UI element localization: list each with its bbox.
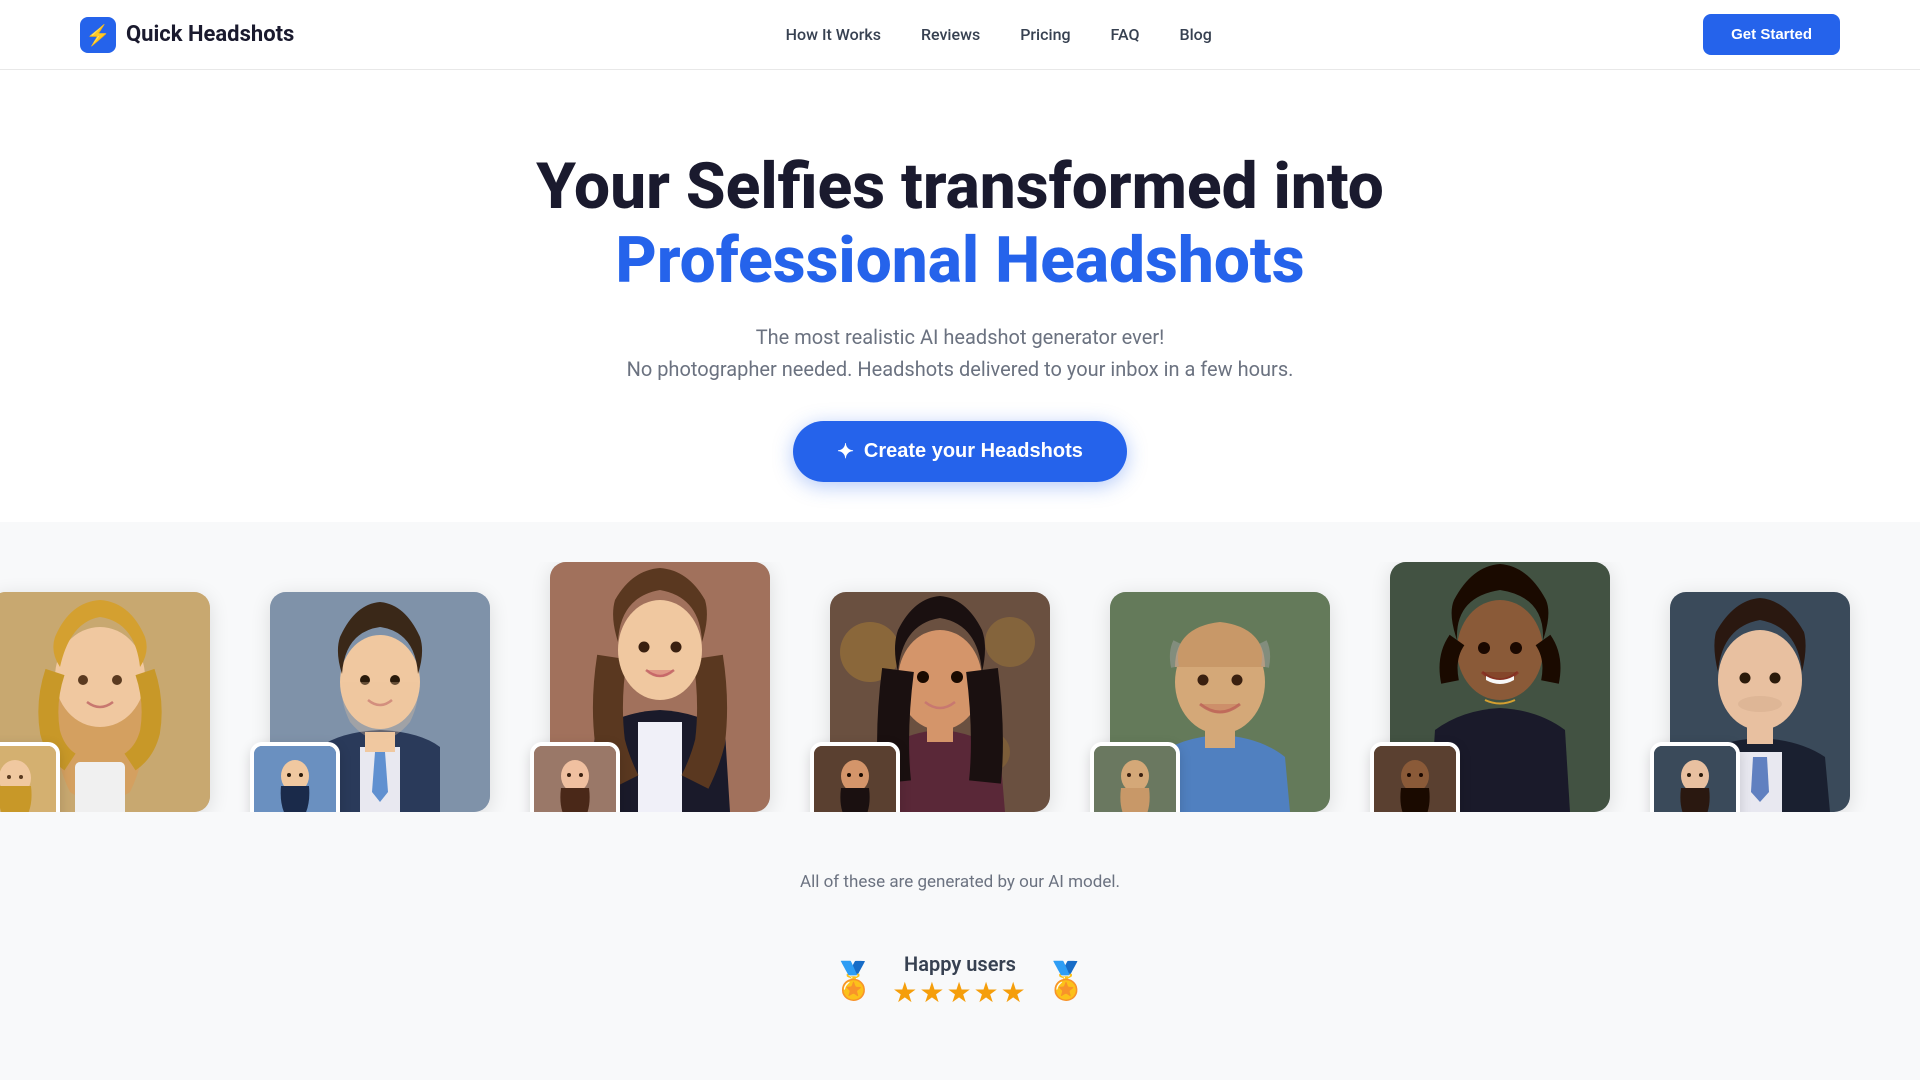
hero-section: Your Selfies transformed into Profession… — [0, 70, 1920, 522]
photo-thumb-5 — [1370, 742, 1460, 812]
photo-card-6 — [1670, 592, 1850, 812]
happy-label: Happy users — [892, 952, 1028, 976]
navbar: ⚡ Quick Headshots How It Works Reviews P… — [0, 0, 1920, 70]
happy-stars: ★★★★★ — [892, 976, 1028, 1009]
nav-faq[interactable]: FAQ — [1111, 25, 1140, 44]
hero-headline: Your Selfies transformed into Profession… — [40, 150, 1880, 297]
laurel-right-icon: 🏅 — [1044, 960, 1089, 1002]
photo-thumb-4 — [1090, 742, 1180, 812]
gallery-section: All of these are generated by our AI mod… — [0, 522, 1920, 932]
nav-pricing[interactable]: Pricing — [1020, 25, 1070, 44]
photo-card-5 — [1390, 562, 1610, 812]
photo-thumb-6 — [1650, 742, 1740, 812]
nav-links: How It Works Reviews Pricing FAQ Blog — [786, 25, 1212, 44]
photo-card-0 — [0, 592, 210, 812]
get-started-button[interactable]: Get Started — [1703, 14, 1840, 55]
happy-section: 🏅 Happy users ★★★★★ 🏅 — [0, 932, 1920, 1057]
photo-thumb-2 — [530, 742, 620, 812]
photo-thumb-3 — [810, 742, 900, 812]
gallery-row — [0, 562, 1920, 812]
sparkle-icon: ✦ — [837, 439, 854, 464]
brand-icon: ⚡ — [80, 17, 116, 53]
photo-card-1 — [270, 592, 490, 812]
photo-card-4 — [1110, 592, 1330, 812]
laurel-left-icon: 🏅 — [831, 960, 876, 1002]
brand-name: Quick Headshots — [126, 22, 294, 47]
photo-card-3 — [830, 592, 1050, 812]
gallery-caption: All of these are generated by our AI mod… — [0, 872, 1920, 912]
hero-subtext: The most realistic AI headshot generator… — [40, 321, 1880, 385]
create-headshots-button[interactable]: ✦ Create your Headshots — [793, 421, 1127, 482]
nav-how-it-works[interactable]: How It Works — [786, 25, 881, 44]
photo-thumb-0 — [0, 742, 60, 812]
brand: ⚡ Quick Headshots — [80, 17, 294, 53]
nav-blog[interactable]: Blog — [1180, 25, 1212, 44]
photo-thumb-1 — [250, 742, 340, 812]
nav-reviews[interactable]: Reviews — [921, 25, 980, 44]
happy-users-wrap: 🏅 Happy users ★★★★★ 🏅 — [831, 952, 1088, 1009]
photo-card-2 — [550, 562, 770, 812]
